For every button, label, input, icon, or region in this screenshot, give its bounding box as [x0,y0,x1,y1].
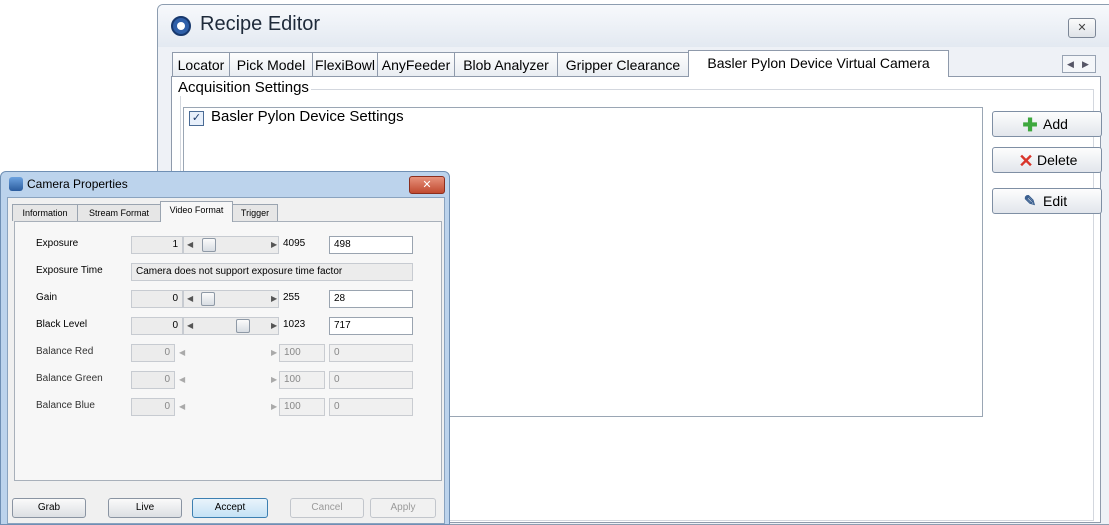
slider-left-arrow-icon: ◀ [179,348,186,357]
tab-basler-pylon-device-virtual-camera[interactable]: Basler Pylon Device Virtual Camera [688,50,949,77]
scroll-right-icon[interactable]: ▶ [1078,56,1093,72]
exposure-min: 1 [131,236,183,254]
delete-button-label: Delete [1037,152,1078,168]
settings-checkbox[interactable]: ✓ [189,111,204,126]
balance-red-slider [191,344,271,362]
window-title: Recipe Editor [200,13,321,35]
grab-button[interactable]: Grab [12,498,86,518]
gain-label: Gain [36,292,58,303]
cancel-button: Cancel [290,498,364,518]
black-level-slider[interactable] [183,317,279,335]
edit-note-icon: ✎ [1023,193,1037,210]
slider-left-arrow-icon[interactable]: ◀ [187,236,193,254]
tab-information[interactable]: Information [12,204,78,221]
edit-button[interactable]: ✎ Edit [992,188,1102,214]
balance-red-label: Balance Red [36,346,94,357]
recipe-editor-titlebar: Recipe Editor ✕ [158,5,1109,47]
black-level-value-input[interactable]: 717 [329,317,413,335]
balance-green-max: 100 [279,371,325,389]
exposure-time-note: Camera does not support exposure time fa… [131,263,413,281]
camera-icon [9,177,23,191]
slider-right-arrow-icon: ▶ [271,402,278,411]
plus-icon: ✚ [1022,115,1038,135]
black-level-min: 0 [131,317,183,335]
slider-left-arrow-icon[interactable]: ◀ [187,290,193,308]
gain-slider[interactable] [183,290,279,308]
slider-left-arrow-icon: ◀ [179,375,186,384]
balance-red-max: 100 [279,344,325,362]
tab-trigger[interactable]: Trigger [232,204,278,221]
add-button-label: Add [1043,116,1068,132]
balance-red-min: 0 [131,344,175,362]
slider-right-arrow-icon[interactable]: ▶ [271,290,277,308]
list-item-label[interactable]: Basler Pylon Device Settings [211,108,404,125]
delete-button[interactable]: ✕ Delete [992,147,1102,173]
exposure-time-label: Exposure Time [36,265,103,276]
exposure-max: 4095 [283,238,306,249]
exposure-label: Exposure [36,238,79,249]
balance-green-min: 0 [131,371,175,389]
tab-anyfeeder[interactable]: AnyFeeder [377,52,455,76]
tab-pick-model[interactable]: Pick Model [229,52,313,76]
tab-stream-format[interactable]: Stream Format [77,204,161,221]
live-button[interactable]: Live [108,498,182,518]
gain-value-input[interactable]: 28 [329,290,413,308]
slider-right-arrow-icon[interactable]: ▶ [271,317,277,335]
close-button[interactable]: ✕ [1068,18,1096,38]
apply-button: Apply [370,498,436,518]
gain-min: 0 [131,290,183,308]
camera-properties-title: Camera Properties [27,177,128,191]
balance-blue-min: 0 [131,398,175,416]
edit-button-label: Edit [1043,193,1068,209]
black-level-max: 1023 [283,319,306,330]
balance-green-slider [191,371,271,389]
acquisition-settings-label: Acquisition Settings [176,79,311,96]
balance-blue-slider [191,398,271,416]
tab-scroll-buttons[interactable]: ◀ ▶ [1062,55,1096,73]
balance-red-value-input: 0 [329,344,413,362]
slider-right-arrow-icon: ▶ [271,375,278,384]
slider-left-arrow-icon: ◀ [179,402,186,411]
exposure-value-input[interactable]: 498 [329,236,413,254]
gain-slider-thumb[interactable] [201,292,215,306]
balance-blue-max: 100 [279,398,325,416]
black-level-label: Black Level [36,319,88,330]
slider-left-arrow-icon[interactable]: ◀ [187,317,193,335]
delete-x-icon: ✕ [1018,151,1034,171]
tab-blob-analyzer[interactable]: Blob Analyzer [454,52,558,76]
camera-properties-body: Information Stream Format Video Format T… [7,197,445,524]
balance-green-label: Balance Green [36,373,103,384]
balance-blue-label: Balance Blue [36,400,95,411]
app-icon [171,16,191,36]
slider-right-arrow-icon: ▶ [271,348,278,357]
balance-blue-value-input: 0 [329,398,413,416]
close-icon[interactable]: ✕ [409,176,445,194]
add-button[interactable]: ✚ Add [992,111,1102,137]
exposure-slider-thumb[interactable] [202,238,216,252]
accept-button[interactable]: Accept [192,498,268,518]
camera-properties-window: Camera Properties ✕ Information Stream F… [0,171,450,525]
slider-right-arrow-icon[interactable]: ▶ [271,236,277,254]
tab-locator[interactable]: Locator [172,52,230,76]
gain-max: 255 [283,292,300,303]
tab-gripper-clearance[interactable]: Gripper Clearance [557,52,689,76]
tab-video-format[interactable]: Video Format [160,201,233,222]
tab-flexibowl[interactable]: FlexiBowl [312,52,378,76]
black-level-slider-thumb[interactable] [236,319,250,333]
video-format-page: Exposure 1 ◀ ▶ 4095 498 Exposure Time Ca… [14,221,442,481]
balance-green-value-input: 0 [329,371,413,389]
scroll-left-icon[interactable]: ◀ [1063,56,1078,72]
exposure-slider[interactable] [183,236,279,254]
